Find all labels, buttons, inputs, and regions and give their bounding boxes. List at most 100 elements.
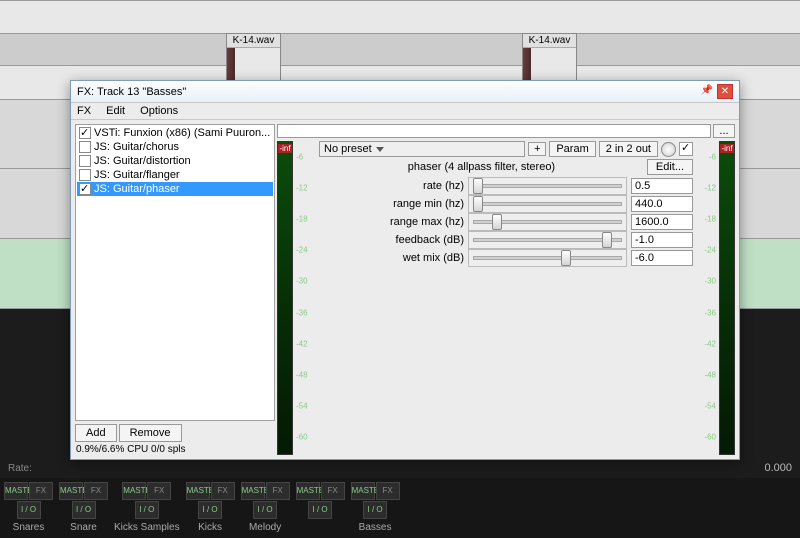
param-label: rate (hz) [319,180,464,192]
clip-label: K-14.wav [523,34,576,48]
param-row: wet mix (dB) -6.0 [319,249,693,267]
mixer-track-label: Snares [13,522,45,533]
chevron-down-icon [376,147,384,152]
fx-list-item[interactable]: JS: Guitar/phaser [77,182,273,196]
master-send-button[interactable]: MASTER [122,482,146,500]
close-icon[interactable]: ✕ [717,84,733,99]
fx-button[interactable]: FX [29,482,53,500]
meter-tick: -30 [704,277,716,286]
master-send-button[interactable]: MASTER [351,482,375,500]
param-label: wet mix (dB) [319,252,464,264]
meter-tick: -18 [296,215,308,224]
audio-clip[interactable]: K-14.wav [522,33,577,81]
param-value[interactable]: 1600.0 [631,214,693,230]
output-meter-pair: -6-12-18-24-30-36-42-48-54-60 -inf [695,141,735,455]
waveform-icon [227,48,280,80]
meter-tick: -24 [296,246,308,255]
param-value[interactable]: 440.0 [631,196,693,212]
save-preset-button[interactable]: + [528,142,546,156]
param-slider[interactable] [468,195,627,213]
bypass-checkbox[interactable] [679,142,693,156]
fx-description: phaser (4 allpass filter, stereo) [319,161,644,173]
fx-window: FX: Track 13 "Basses" 📌 ✕ FX Edit Option… [70,80,740,460]
fx-enable-checkbox[interactable] [79,169,91,181]
master-send-button[interactable]: MASTER [296,482,320,500]
fx-item-label: JS: Guitar/distortion [94,155,191,167]
fx-right-panel: ... -inf -6-12-18-24-30-36-42-48-54-60 N… [277,124,735,455]
meter-tick: -12 [704,184,716,193]
menu-edit[interactable]: Edit [106,105,125,117]
io-button[interactable]: I / O [308,501,332,519]
edit-button[interactable]: Edit... [647,159,693,175]
window-titlebar[interactable]: FX: Track 13 "Basses" 📌 ✕ [71,81,739,103]
meter-tick: -6 [709,153,716,162]
master-send-button[interactable]: MASTER [59,482,83,500]
time-readout: 0.000 [764,462,792,474]
mixer-track[interactable]: MASTERFX I / O [296,482,345,534]
add-button[interactable]: Add [75,424,117,442]
master-send-button[interactable]: MASTER [186,482,210,500]
mixer-track[interactable]: MASTERFX I / O Melody [241,482,290,534]
meter-tick: -42 [704,339,716,348]
fx-list-item[interactable]: JS: Guitar/flanger [77,168,273,182]
io-button[interactable]: I / O [135,501,159,519]
menu-options[interactable]: Options [140,105,178,117]
input-meter[interactable]: -inf [277,141,293,455]
fx-enable-checkbox[interactable] [79,127,91,139]
param-label: range max (hz) [319,216,464,228]
timeline-row [0,33,800,66]
meter-tick: -54 [296,401,308,410]
param-row: range min (hz) 440.0 [319,195,693,213]
mixer-track[interactable]: MASTERFX I / O Kicks [186,482,235,534]
param-row: rate (hz) 0.5 [319,177,693,195]
param-value[interactable]: -1.0 [631,232,693,248]
mixer-track[interactable]: MASTERFX I / O Snares [4,482,53,534]
preset-combo[interactable]: No preset [319,141,525,157]
master-send-button[interactable]: MASTER [4,482,28,500]
fx-button[interactable]: FX [211,482,235,500]
routing-button[interactable]: 2 in 2 out [599,141,658,157]
fx-chain-list[interactable]: VSTi: Funxion (x86) (Sami Puuron...JS: G… [75,124,275,421]
comment-field[interactable] [277,124,711,138]
param-button[interactable]: Param [549,141,595,157]
more-button[interactable]: ... [713,124,735,138]
io-button[interactable]: I / O [253,501,277,519]
fx-list-item[interactable]: VSTi: Funxion (x86) (Sami Puuron... [77,126,273,140]
param-label: feedback (dB) [319,234,464,246]
fx-list-item[interactable]: JS: Guitar/chorus [77,140,273,154]
fx-enable-checkbox[interactable] [79,155,91,167]
audio-clip[interactable]: K-14.wav [226,33,281,81]
mixer-track[interactable]: MASTERFX I / O Basses [351,482,400,534]
param-slider[interactable] [468,249,627,267]
fx-button[interactable]: FX [376,482,400,500]
fx-button[interactable]: FX [84,482,108,500]
param-slider[interactable] [468,231,627,249]
io-button[interactable]: I / O [198,501,222,519]
io-button[interactable]: I / O [17,501,41,519]
fx-list-item[interactable]: JS: Guitar/distortion [77,154,273,168]
fx-enable-checkbox[interactable] [79,141,91,153]
param-row: range max (hz) 1600.0 [319,213,693,231]
mixer-track[interactable]: MASTERFX I / O Kicks Samples [114,482,180,534]
param-row: feedback (dB) -1.0 [319,231,693,249]
io-button[interactable]: I / O [72,501,96,519]
fx-button[interactable]: FX [147,482,171,500]
meter-tick: -12 [296,184,308,193]
remove-button[interactable]: Remove [119,424,182,442]
io-button[interactable]: I / O [363,501,387,519]
meter-tick: -54 [704,401,716,410]
wet-knob[interactable] [661,142,676,157]
fx-enable-checkbox[interactable] [79,183,91,195]
param-value[interactable]: 0.5 [631,178,693,194]
output-meter[interactable]: -inf [719,141,735,455]
param-slider[interactable] [468,213,627,231]
pin-icon[interactable]: 📌 [699,84,715,99]
menu-fx[interactable]: FX [77,105,91,117]
param-slider[interactable] [468,177,627,195]
fx-button[interactable]: FX [266,482,290,500]
fx-button[interactable]: FX [321,482,345,500]
mixer-track[interactable]: MASTERFX I / O Snare [59,482,108,534]
meter-tick: -48 [296,370,308,379]
master-send-button[interactable]: MASTER [241,482,265,500]
param-value[interactable]: -6.0 [631,250,693,266]
